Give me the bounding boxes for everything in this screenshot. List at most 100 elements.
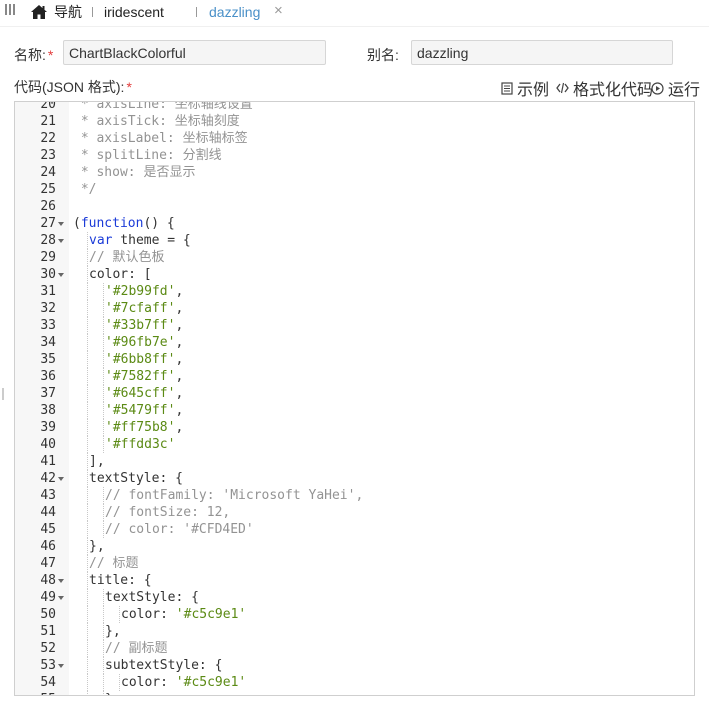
- code-line: color: '#c5c9e1': [121, 674, 694, 691]
- fold-toggle-icon[interactable]: [58, 232, 66, 249]
- menu-icon[interactable]: [5, 4, 15, 16]
- code-token: textStyle: {: [105, 590, 199, 605]
- code-token: '#7582ff': [105, 369, 176, 384]
- indent-guide: [119, 674, 120, 691]
- code-editor[interactable]: 20 21 22 23 24 25 26 27 28 29 30 31 32 33 34 35 36 37 38 39…: [14, 101, 695, 696]
- line-number: 25: [40, 182, 56, 197]
- code-token: color: [: [89, 267, 152, 282]
- code-token: theme: [112, 233, 168, 248]
- tab-dazzling-label: dazzling: [209, 4, 261, 20]
- code-token: textStyle: {: [89, 471, 183, 486]
- indent-guide: [103, 317, 104, 334]
- fold-toggle-icon[interactable]: [58, 266, 66, 283]
- line-number: 21: [40, 114, 56, 129]
- fold-toggle-icon[interactable]: [58, 470, 66, 487]
- fold-toggle-icon[interactable]: [58, 572, 66, 589]
- indent-guide: [87, 402, 88, 419]
- name-label: 名称: *: [14, 45, 53, 65]
- code-token: color:: [121, 675, 176, 690]
- indent-guide: [87, 351, 88, 368]
- tab-bar-divider: [0, 26, 709, 27]
- code-line: * show: 是否显示: [73, 164, 694, 181]
- code-line: * axisLabel: 坐标轴标签: [73, 130, 694, 147]
- code-token: = {: [167, 233, 191, 248]
- line-number: 51: [40, 624, 56, 639]
- indent-guide: [87, 572, 88, 589]
- indent-guide: [103, 419, 104, 436]
- line-number: 36: [40, 369, 56, 384]
- line-number: 40: [40, 437, 56, 452]
- line-number: 29: [40, 250, 56, 265]
- name-label-text: 名称:: [14, 47, 46, 63]
- tab-home[interactable]: 导航: [30, 0, 82, 24]
- code-line: '#ffdd3c': [105, 436, 694, 453]
- line-number: 34: [40, 335, 56, 350]
- line-number: 24: [40, 165, 56, 180]
- code-token: ],: [89, 454, 105, 469]
- code-line: },: [105, 623, 694, 640]
- line-number: 55: [15, 691, 56, 695]
- indent-guide: [119, 606, 120, 623]
- indent-guide: [87, 232, 88, 249]
- tab-dazzling[interactable]: dazzling: [209, 0, 260, 24]
- indent-guide: [87, 640, 88, 657]
- name-input[interactable]: ChartBlackColorful: [63, 40, 326, 65]
- code-token: '#c5c9e1': [175, 675, 247, 690]
- fold-toggle-icon[interactable]: [58, 657, 66, 674]
- code-icon: [556, 82, 569, 94]
- code-area[interactable]: * axisLine: 坐标轴线设置 * axisTick: 坐标轴刻度 * a…: [69, 102, 694, 695]
- indent-guide: [103, 487, 104, 504]
- line-number: 48: [40, 573, 56, 588]
- tab-iridescent[interactable]: iridescent: [104, 0, 164, 24]
- code-line: // color: '#CFD4ED': [105, 521, 694, 538]
- code-token: ,: [175, 335, 184, 350]
- code-token: * splitLine: 分割线: [73, 148, 222, 163]
- code-line: ],: [89, 453, 694, 470]
- code-token: },: [89, 539, 105, 554]
- indent-guide: [87, 283, 88, 300]
- code-token: * axisLabel: 坐标轴标签: [73, 131, 248, 146]
- code-token: '#7cfaff': [105, 301, 176, 316]
- code-line: color: [: [89, 266, 694, 283]
- code-token: function: [80, 216, 144, 231]
- line-number: 49: [40, 590, 56, 605]
- line-number: 37: [40, 386, 56, 401]
- code-token: ,: [175, 284, 184, 299]
- resize-handle[interactable]: [2, 388, 4, 400]
- code-line: '#5479ff',: [105, 402, 694, 419]
- line-number: 44: [40, 505, 56, 520]
- close-icon[interactable]: ×: [274, 2, 283, 19]
- run-button[interactable]: 运行: [651, 76, 700, 100]
- code-token: // 默认色板: [89, 250, 165, 265]
- fold-toggle-icon[interactable]: [58, 589, 66, 606]
- code-token: },: [105, 624, 121, 639]
- fold-toggle-icon[interactable]: [58, 215, 66, 232]
- code-line: // fontFamily: 'Microsoft YaHei',: [105, 487, 694, 504]
- indent-guide: [87, 368, 88, 385]
- code-line: '#7cfaff',: [105, 300, 694, 317]
- indent-guide: [103, 657, 104, 674]
- play-icon: [651, 81, 664, 95]
- code-token: '#c5c9e1': [175, 607, 247, 622]
- example-button[interactable]: 示例: [501, 76, 549, 100]
- code-label-text: 代码(JSON 格式):: [14, 79, 125, 95]
- line-number: 35: [40, 352, 56, 367]
- home-icon: [31, 5, 47, 19]
- indent-guide: [103, 606, 104, 623]
- format-code-button[interactable]: 格式化代码: [556, 76, 653, 100]
- code-token: '#645cff': [105, 386, 176, 401]
- code-token: ,: [175, 403, 184, 418]
- code-line: // 副标题: [105, 640, 694, 657]
- code-line: * axisLine: 坐标轴线设置: [73, 102, 694, 113]
- indent-guide: [87, 453, 88, 470]
- indent-guide: [103, 402, 104, 419]
- line-number: 30: [40, 267, 56, 282]
- indent-guide: [87, 334, 88, 351]
- tab-iridescent-label: iridescent: [104, 4, 164, 20]
- code-token: '#ffdd3c': [105, 437, 176, 452]
- alias-input[interactable]: dazzling: [411, 40, 673, 65]
- code-line: title: {: [89, 572, 694, 589]
- code-token: color:: [121, 607, 176, 622]
- indent-guide: [103, 368, 104, 385]
